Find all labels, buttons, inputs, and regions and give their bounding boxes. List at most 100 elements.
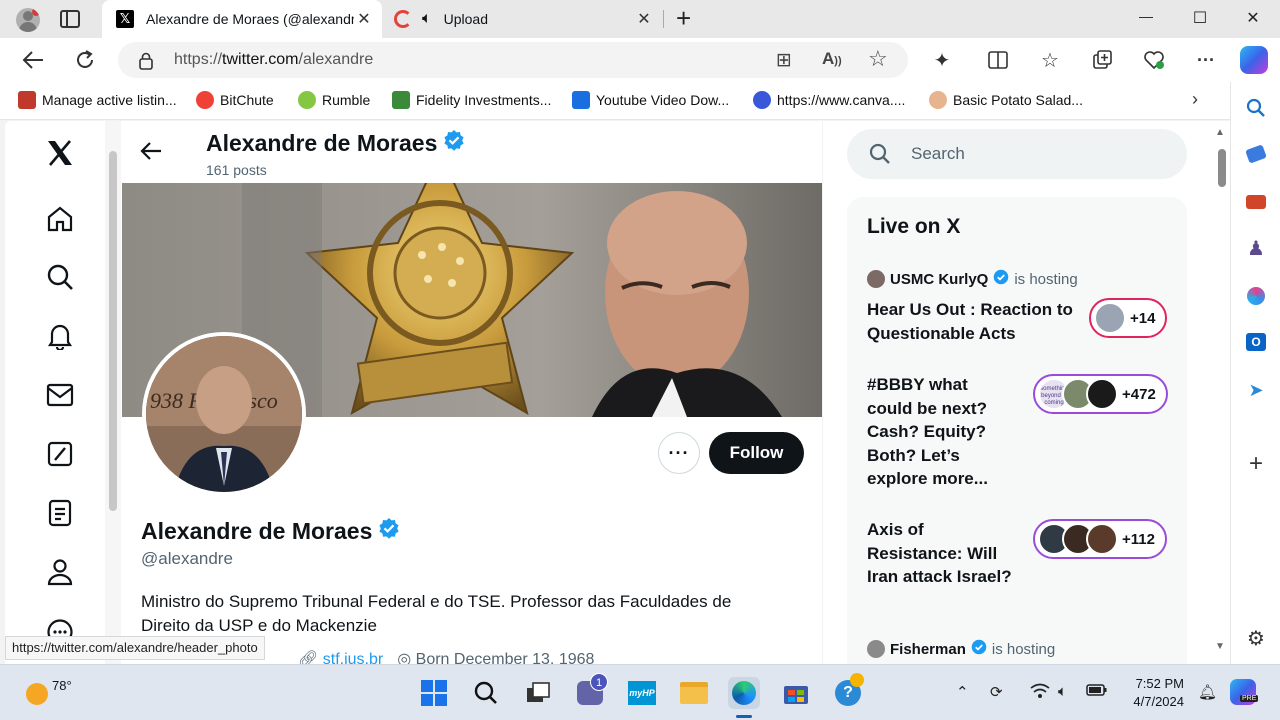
tab-upload[interactable]: 🔈︎ Upload ✕	[386, 0, 662, 38]
address-url[interactable]: https://twitter.com/alexandre	[174, 51, 373, 69]
right-scrollbar[interactable]: ▲ ▼	[1213, 121, 1230, 664]
chat-badge: 1	[590, 673, 608, 691]
read-aloud-icon[interactable]: A))	[822, 49, 842, 69]
clock[interactable]: 7:52 PM 4/7/2024	[1120, 675, 1184, 711]
favorites-icon[interactable]: ☆	[1038, 48, 1062, 72]
windows-start-icon[interactable]	[420, 679, 448, 707]
drop-send-icon[interactable]: ➤	[1244, 378, 1268, 402]
left-scrollbar[interactable]	[105, 121, 121, 664]
bookmark-item[interactable]: BitChute	[196, 91, 274, 109]
favorite-star-icon[interactable]: ☆	[868, 46, 888, 72]
tab-title: Alexandre de Moraes (@alexandr	[146, 11, 354, 27]
myhp-icon[interactable]: myHP	[628, 679, 656, 707]
lock-icon[interactable]	[138, 52, 154, 75]
close-tab-icon[interactable]: ✕	[634, 9, 654, 29]
maximize-button[interactable]: ☐	[1180, 8, 1220, 28]
space-listeners[interactable]: +14	[1089, 298, 1168, 338]
outlook-icon[interactable]: O	[1244, 330, 1268, 354]
follow-button[interactable]: Follow	[709, 432, 804, 474]
games-chess-icon[interactable]: ♟	[1244, 236, 1268, 260]
copilot-icon[interactable]	[1240, 46, 1268, 74]
taskbar-search-icon[interactable]	[472, 679, 500, 707]
space-title[interactable]: #BBBY what could be next? Cash? Equity? …	[867, 373, 1017, 491]
get-help-icon[interactable]: ?	[834, 673, 864, 707]
home-icon[interactable]	[43, 202, 77, 236]
profile-avatar-button[interactable]	[16, 8, 40, 32]
more-options-button[interactable]: ···	[658, 432, 700, 474]
notification-bell-icon[interactable]: 🔔︎	[1198, 683, 1217, 701]
bookmark-item[interactable]: Manage active listin...	[18, 91, 177, 109]
space-title[interactable]: Hear Us Out : Reaction to Questionable A…	[867, 298, 1077, 345]
header-name: Alexandre de Moraes	[206, 129, 465, 157]
close-window-button[interactable]: ✕	[1233, 8, 1273, 28]
explore-search-icon[interactable]	[43, 260, 77, 294]
verified-badge-icon[interactable]	[378, 517, 400, 545]
tab-actions-icon[interactable]	[60, 10, 80, 28]
address-bar[interactable]: https://twitter.com/alexandre ⊞ A)) ☆	[118, 42, 908, 78]
file-explorer-icon[interactable]	[680, 679, 708, 707]
microsoft365-icon[interactable]	[1244, 284, 1268, 308]
bookmark-item[interactable]: Rumble	[298, 91, 370, 109]
space-host-row[interactable]: Fisherman is hosting	[867, 639, 1055, 659]
bookmark-favicon-icon	[392, 91, 410, 109]
bookmark-item[interactable]: Fidelity Investments...	[392, 91, 551, 109]
notifications-bell-icon[interactable]	[43, 319, 77, 353]
host-avatar	[867, 270, 885, 288]
messages-mail-icon[interactable]	[43, 378, 77, 412]
profile-avatar[interactable]: 938 Francisco	[142, 332, 306, 496]
battery-icon[interactable]	[1086, 683, 1108, 701]
bookmark-favicon-icon	[18, 91, 36, 109]
back-arrow-icon[interactable]	[140, 141, 162, 167]
space-title[interactable]: Axis of Resistance: Will Iran attack Isr…	[867, 518, 1017, 589]
tab-title: Upload	[443, 11, 488, 27]
refresh-icon[interactable]	[73, 48, 97, 72]
new-tab-button[interactable]: +	[676, 3, 691, 34]
chevron-right-icon[interactable]: ›	[1192, 89, 1198, 110]
microsoft-store-icon[interactable]	[782, 679, 810, 707]
search-input[interactable]	[911, 141, 1171, 167]
bookmark-item[interactable]: https://www.canva....	[753, 91, 905, 109]
space-listeners[interactable]: something beyond is coming +472	[1033, 374, 1168, 414]
volume-icon[interactable]: 🔈︎	[1058, 683, 1067, 700]
settings-more-icon[interactable]: ···	[1194, 48, 1218, 72]
minimize-button[interactable]: —	[1126, 8, 1166, 24]
close-tab-icon[interactable]: ✕	[354, 9, 374, 29]
settings-gear-icon[interactable]: ⚙	[1244, 626, 1268, 650]
audio-playing-icon[interactable]: 🔈︎	[422, 10, 432, 28]
sync-icon[interactable]: ⟳	[990, 683, 1003, 701]
profile-person-icon[interactable]	[43, 555, 77, 589]
toolbox-icon[interactable]	[1244, 190, 1268, 214]
task-view-icon[interactable]	[524, 679, 552, 707]
x-logo-icon[interactable]	[43, 136, 77, 170]
weather-widget[interactable]: 78°	[26, 675, 72, 705]
edge-browser-icon[interactable]	[728, 677, 760, 709]
search-icon[interactable]	[1244, 96, 1268, 120]
browser-essentials-icon[interactable]	[1142, 48, 1166, 72]
extensions-icon[interactable]: ✦	[930, 48, 954, 72]
app-available-icon[interactable]: ⊞	[776, 49, 792, 72]
show-hidden-icons-chevron-icon[interactable]: ⌃	[956, 683, 969, 701]
split-screen-icon[interactable]	[986, 48, 1010, 72]
tab-x-profile[interactable]: 𝕏 Alexandre de Moraes (@alexandr ✕	[102, 0, 382, 38]
live-on-x-panel: Live on X USMC KurlyQ is hosting Hear Us…	[847, 197, 1187, 664]
search-box[interactable]	[847, 129, 1187, 179]
lists-icon[interactable]	[43, 496, 77, 530]
tag-icon[interactable]	[1244, 142, 1268, 166]
space-host-row[interactable]: USMC KurlyQ is hosting	[867, 269, 1078, 289]
clock-date: 4/7/2024	[1133, 694, 1184, 709]
bookmark-favicon-icon	[753, 91, 771, 109]
add-sidebar-icon[interactable]: +	[1244, 450, 1268, 477]
wifi-icon[interactable]	[1030, 683, 1050, 703]
space-listeners[interactable]: +112	[1033, 519, 1167, 559]
verified-badge-icon	[993, 269, 1009, 289]
back-icon[interactable]	[21, 48, 45, 72]
bookmark-item[interactable]: Basic Potato Salad...	[929, 91, 1083, 109]
chat-teams-icon[interactable]: 1	[576, 673, 608, 707]
grok-icon[interactable]	[43, 437, 77, 471]
website-link[interactable]: 🔗︎ stf.jus.br	[298, 649, 383, 664]
copilot-preview-icon[interactable]: PRE	[1230, 679, 1259, 705]
collections-icon[interactable]	[1090, 48, 1114, 72]
profile-avatar-image: 938 Francisco	[146, 336, 302, 492]
weather-sun-icon	[26, 683, 48, 705]
bookmark-item[interactable]: Youtube Video Dow...	[572, 91, 729, 109]
